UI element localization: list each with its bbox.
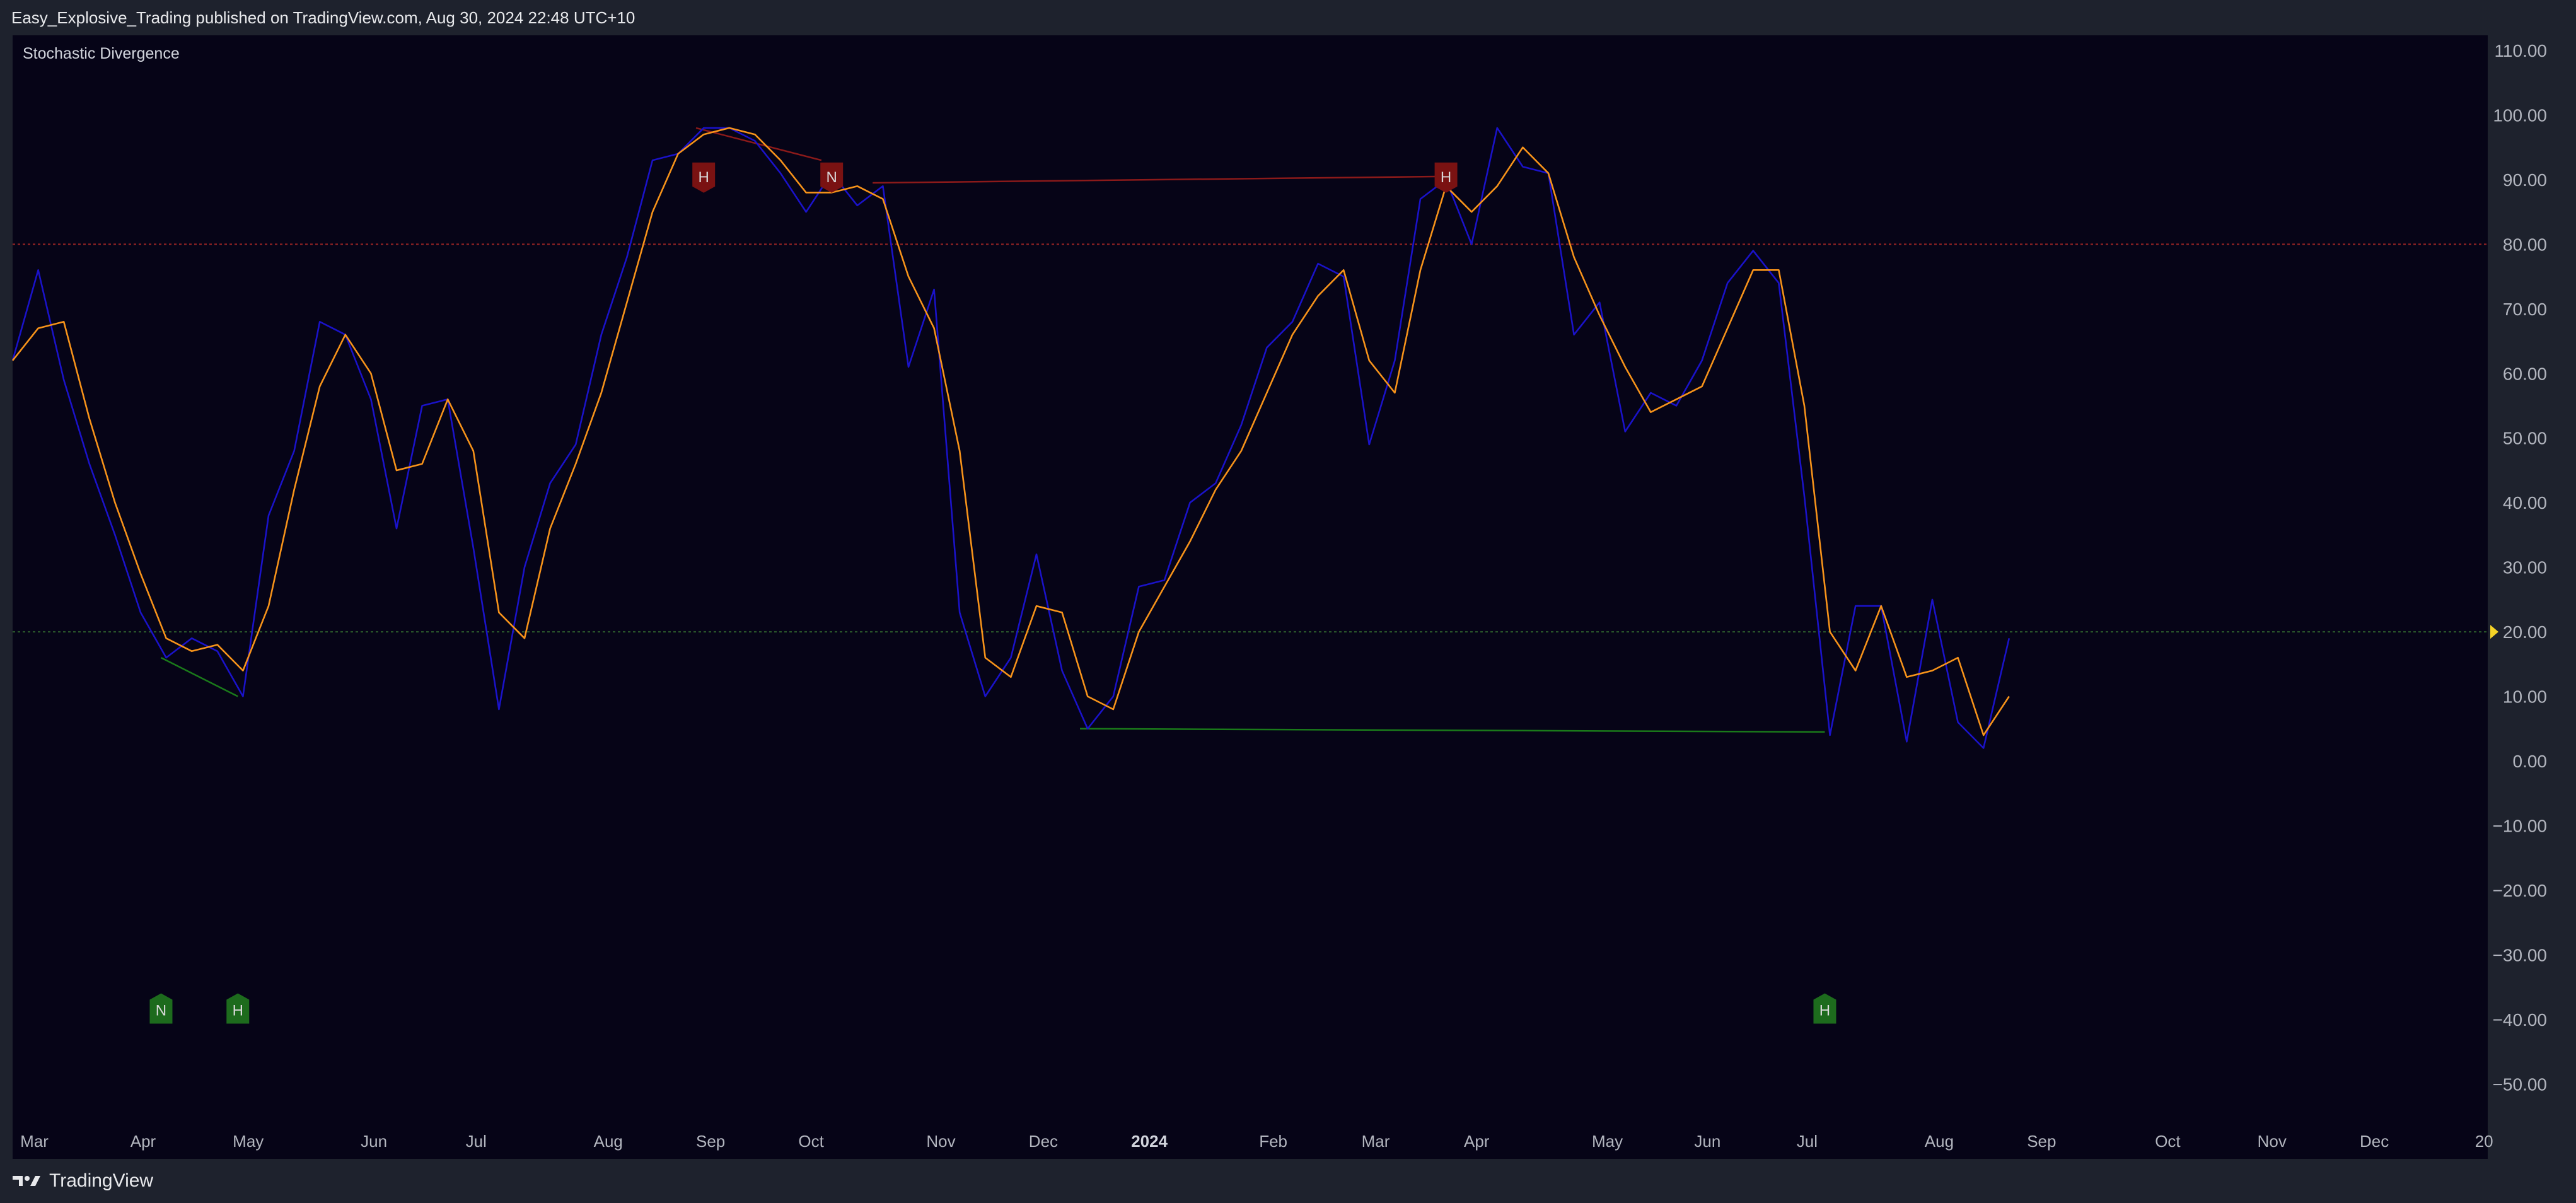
- x-tick-label: Apr: [1464, 1132, 1490, 1151]
- x-tick-label: May: [233, 1132, 264, 1151]
- y-tick-label: 50.00: [2503, 429, 2547, 448]
- marker-label: H: [1819, 1002, 1830, 1019]
- bearish-marker-h-2: H: [1434, 162, 1458, 193]
- y-tick-label: 70.00: [2503, 299, 2547, 319]
- y-tick-label: −40.00: [2493, 1010, 2547, 1030]
- x-tick-label: Mar: [1362, 1132, 1390, 1151]
- bullish-marker-n-3: N: [149, 993, 173, 1024]
- y-tick-label: −50.00: [2493, 1074, 2547, 1094]
- bearish-marker-h-0: H: [692, 162, 716, 193]
- y-tick-label: −20.00: [2493, 881, 2547, 900]
- branding-footer: TradingView: [0, 1159, 2576, 1203]
- stochastic-divergence-chart[interactable]: Stochastic Divergence H N H N H H 110.00 100.0…: [0, 0, 2576, 1203]
- x-tick-label: Oct: [798, 1132, 824, 1151]
- marker-label: N: [827, 169, 837, 186]
- marker-label: H: [1441, 169, 1451, 186]
- x-tick-label: Jun: [1694, 1132, 1720, 1151]
- y-tick-label: −10.00: [2493, 816, 2547, 835]
- x-tick-label: Dec: [2360, 1132, 2389, 1151]
- y-tick-label: 60.00: [2503, 364, 2547, 383]
- x-tick-label: Sep: [696, 1132, 725, 1151]
- y-tick-label: 20.00: [2503, 622, 2547, 642]
- x-tick-label: Aug: [594, 1132, 623, 1151]
- x-tick-label: Mar: [20, 1132, 49, 1151]
- bearish-marker-n-1: N: [820, 162, 844, 193]
- last-value-marker-icon: [2490, 625, 2498, 639]
- marker-label: N: [156, 1002, 166, 1019]
- x-tick-label: 20: [2475, 1132, 2493, 1151]
- tradingview-logo-icon[interactable]: [11, 1173, 43, 1188]
- x-tick-label: Nov: [2258, 1132, 2287, 1151]
- x-tick-label: Dec: [1029, 1132, 1058, 1151]
- y-tick-label: 100.00: [2493, 105, 2547, 125]
- y-tick-label: 30.00: [2503, 558, 2547, 578]
- y-tick-label: 10.00: [2503, 687, 2547, 707]
- x-tick-label: Sep: [2027, 1132, 2056, 1151]
- y-tick-label: 90.00: [2503, 170, 2547, 190]
- x-tick-label: Oct: [2155, 1132, 2181, 1151]
- marker-label: H: [699, 169, 709, 186]
- x-tick-label: Jun: [361, 1132, 387, 1151]
- y-tick-label: 110.00: [2494, 41, 2547, 61]
- x-tick-label: Jul: [466, 1132, 487, 1151]
- bullish-marker-h-4: H: [226, 993, 250, 1024]
- y-tick-label: 40.00: [2503, 493, 2547, 513]
- y-tick-label: 0.00: [2513, 752, 2548, 771]
- x-tick-label: Nov: [926, 1132, 955, 1151]
- x-tick-label: Jul: [1797, 1132, 1818, 1151]
- tradingview-brand[interactable]: TradingView: [49, 1170, 153, 1192]
- plot-background: [13, 35, 2488, 1159]
- y-tick-label: 80.00: [2503, 235, 2547, 254]
- y-tick-label: −30.00: [2493, 945, 2547, 965]
- x-tick-label: Feb: [1259, 1132, 1287, 1151]
- marker-label: H: [233, 1002, 243, 1019]
- x-tick-label: May: [1592, 1132, 1623, 1151]
- chart-title: Stochastic Divergence: [23, 45, 180, 62]
- tradingview-logo-glyph: [13, 1176, 40, 1186]
- x-tick-label: Apr: [131, 1132, 156, 1151]
- x-tick-label: Aug: [1925, 1132, 1954, 1151]
- bullish-marker-h-5: H: [1813, 993, 1836, 1024]
- x-tick-label: 2024: [1131, 1132, 1168, 1151]
